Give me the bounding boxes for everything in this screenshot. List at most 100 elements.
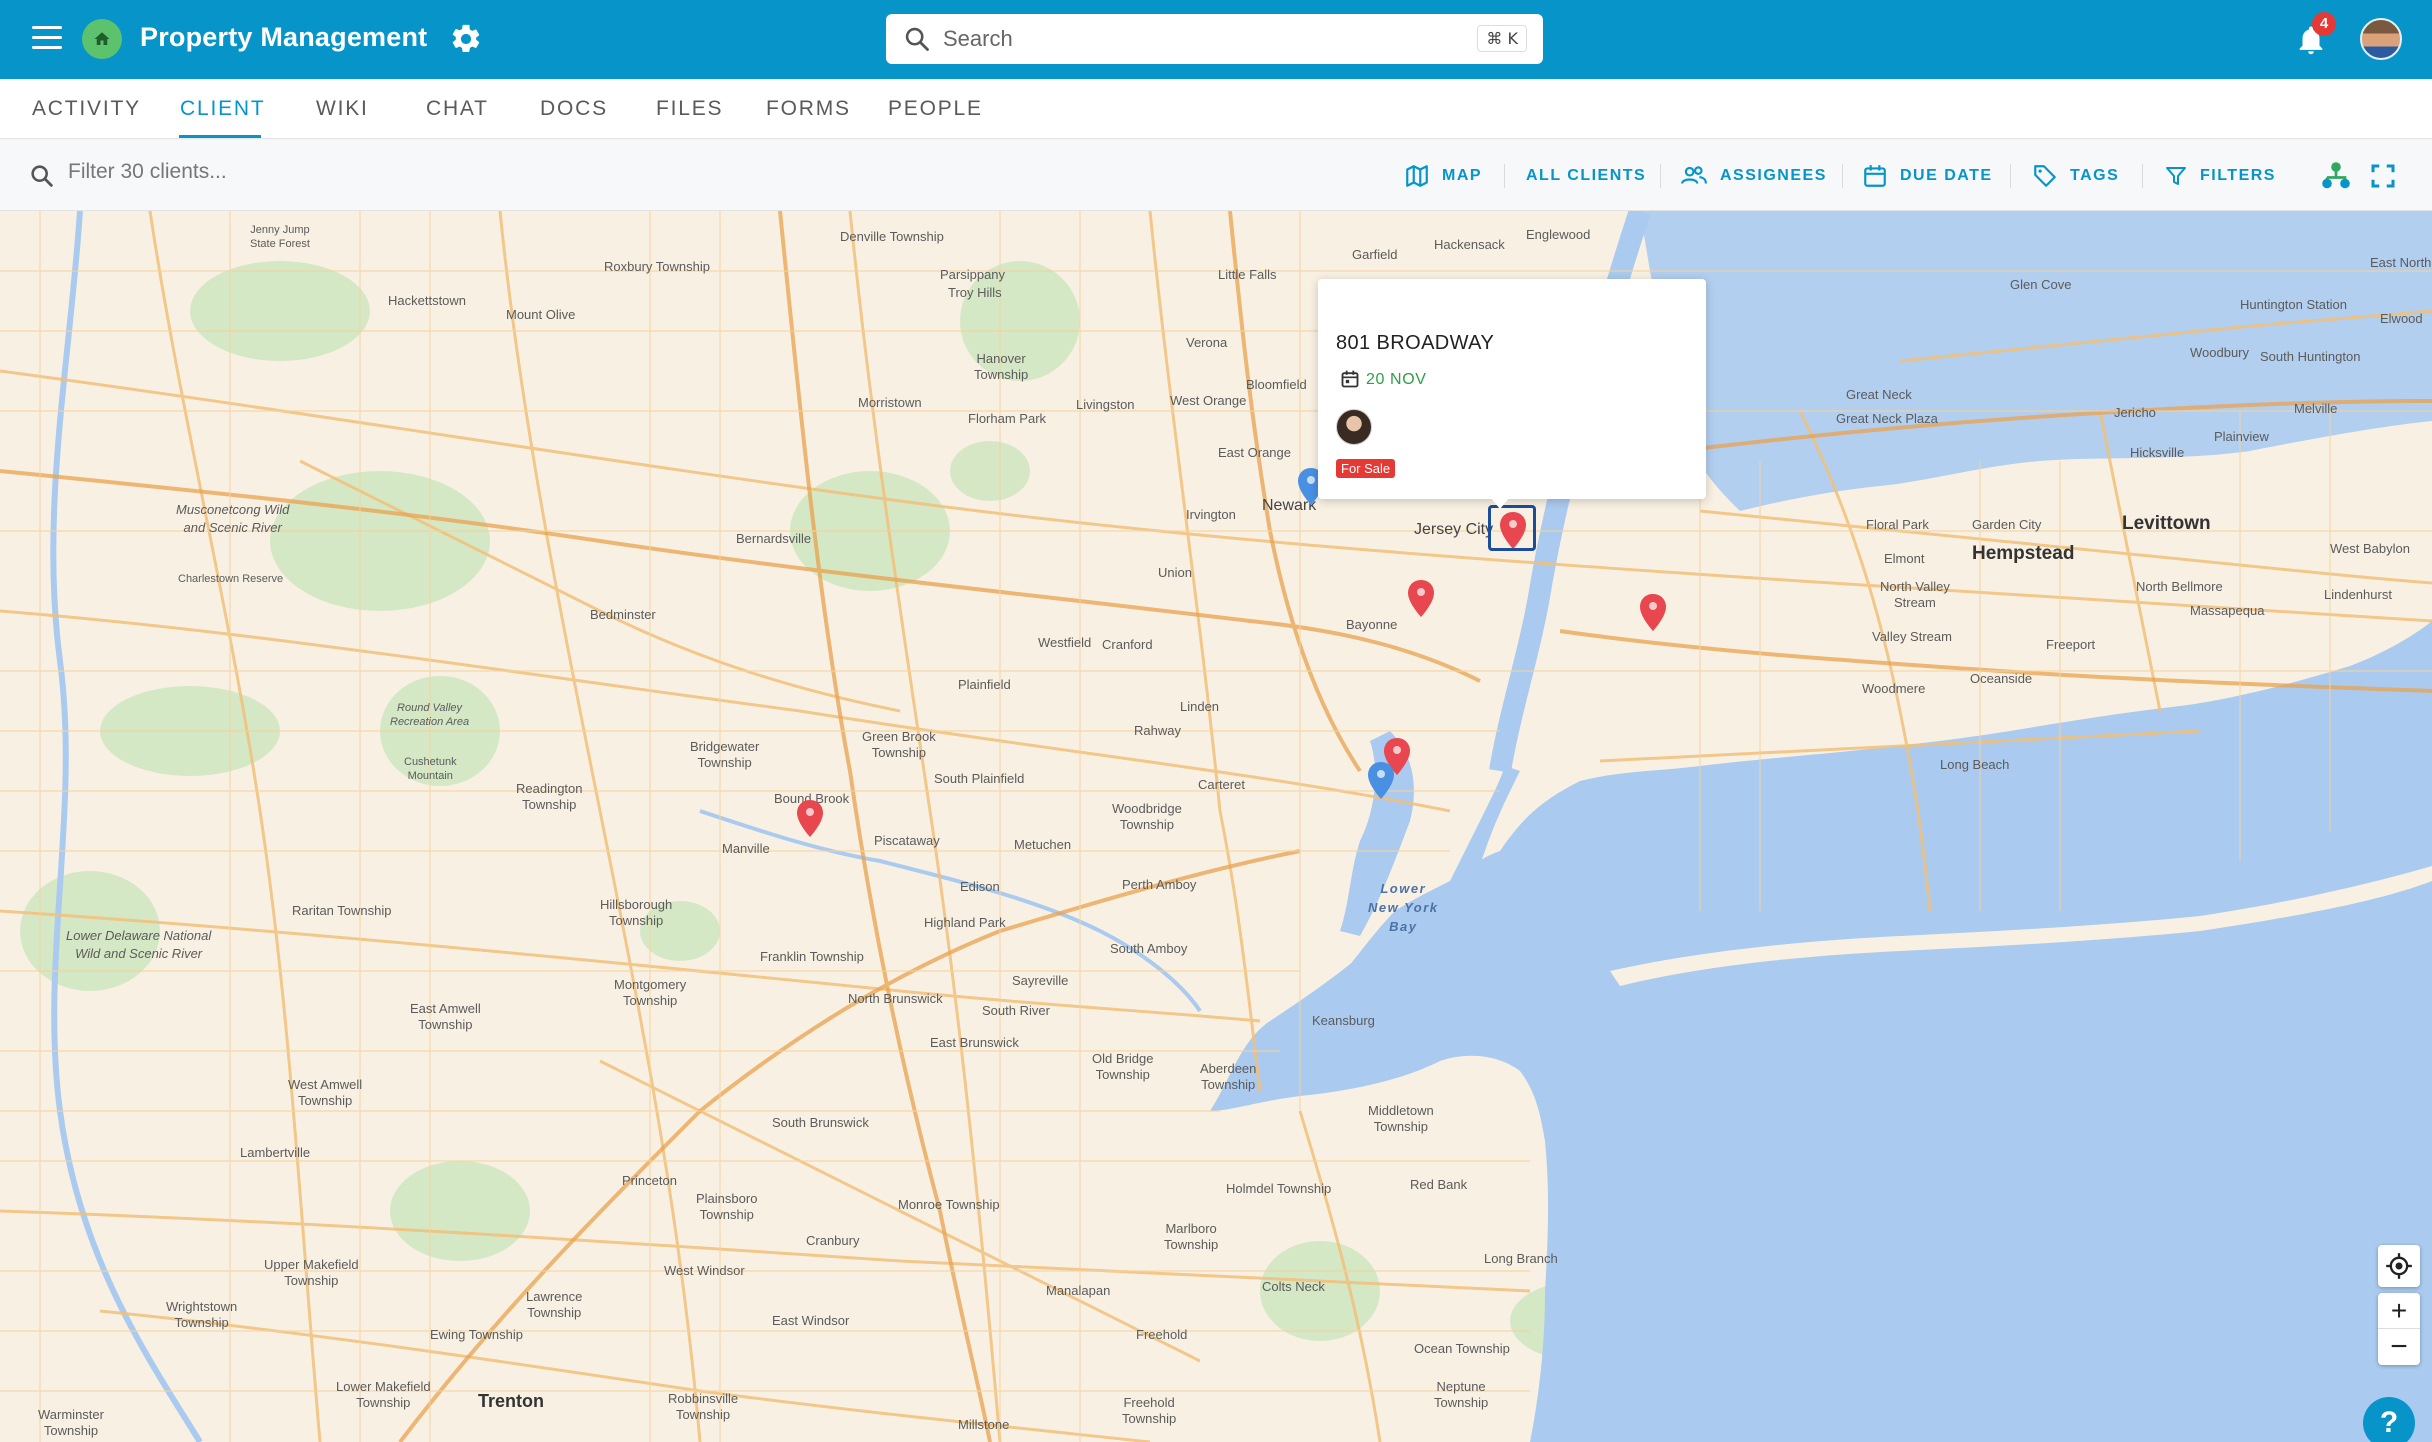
place-label: East Windsor	[772, 1313, 850, 1328]
tab-client[interactable]: CLIENT	[180, 97, 265, 121]
place-label: Raritan Township	[292, 903, 392, 918]
place-label: Cranbury	[806, 1233, 860, 1248]
global-search[interactable]: ⌘ K	[886, 14, 1543, 64]
place-label: Huntington Station	[2240, 297, 2347, 312]
place-label: Perth Amboy	[1122, 877, 1197, 892]
pin-bayonne[interactable]	[1406, 579, 1436, 619]
place-label: West Amwell Township	[288, 1077, 363, 1108]
place-label: Hackensack	[1434, 237, 1505, 252]
place-label: Plainsboro Township	[696, 1191, 758, 1222]
place-label: Franklin Township	[760, 949, 864, 964]
place-label: Cushetunk Mountain	[404, 756, 457, 782]
assignees-label: ASSIGNEES	[1720, 167, 1827, 184]
place-label: South Amboy	[1110, 941, 1188, 956]
calendar-icon	[1864, 165, 1886, 187]
tab-docs[interactable]: DOCS	[540, 97, 608, 121]
place-label: Sayreville	[1012, 973, 1069, 988]
zoom-in-button[interactable]: +	[2378, 1293, 2420, 1329]
fullscreen-icon[interactable]	[2368, 161, 2398, 191]
tags-button[interactable]: TAGS	[2032, 160, 2119, 192]
toolbar-divider	[1660, 164, 1661, 188]
place-label: Woodbury	[2190, 345, 2250, 360]
toolbar-divider	[2142, 164, 2143, 188]
place-label: Robbinsville Township	[668, 1391, 739, 1422]
place-label: Little Falls	[1218, 267, 1277, 282]
place-label: West Windsor	[664, 1263, 745, 1278]
place-label: Trenton	[478, 1391, 544, 1411]
tab-files[interactable]: FILES	[656, 97, 723, 121]
place-label: Charlestown Reserve	[178, 573, 284, 585]
tab-wiki[interactable]: WIKI	[316, 97, 369, 121]
place-label: Great Neck	[1846, 387, 1912, 402]
search-input[interactable]	[943, 26, 1443, 52]
place-label: Warminster Township	[38, 1407, 104, 1438]
place-label: Freehold Township	[1122, 1395, 1177, 1426]
tab-people[interactable]: PEOPLE	[888, 97, 983, 121]
pin-queens[interactable]	[1638, 593, 1668, 633]
pin-staten-island-blue[interactable]	[1366, 761, 1396, 801]
due-date-button[interactable]: DUE DATE	[1862, 160, 1993, 192]
home-icon[interactable]	[82, 19, 122, 59]
all-clients-button[interactable]: ALL CLIENTS	[1526, 160, 1646, 192]
place-label: Long Beach	[1940, 757, 2010, 772]
place-label: Denville Township	[840, 229, 944, 244]
gear-icon[interactable]	[449, 22, 483, 56]
place-label: Green Brook Township	[862, 729, 936, 760]
place-label: Princeton	[622, 1173, 677, 1188]
place-label: Lower Delaware National Wild and Scenic …	[66, 928, 212, 961]
place-label: Glen Cove	[2010, 277, 2072, 292]
tab-activity[interactable]: ACTIVITY	[32, 97, 141, 121]
property-popup[interactable]: 801 BROADWAY 20 NOV For Sale	[1318, 279, 1706, 499]
place-label: Jericho	[2114, 405, 2156, 420]
menu-icon[interactable]	[32, 26, 62, 52]
map-view-button[interactable]: MAP	[1404, 160, 1482, 192]
place-label: Elwood	[2380, 311, 2423, 326]
place-label: Lambertville	[240, 1145, 311, 1160]
place-label: Highland Park	[924, 915, 1006, 930]
locate-me-button[interactable]	[2378, 1245, 2420, 1287]
popup-pointer	[1490, 497, 1510, 509]
place-label: Marlboro Township	[1164, 1221, 1219, 1252]
user-avatar[interactable]	[2360, 18, 2402, 60]
assignee-avatar[interactable]	[1336, 409, 1372, 445]
hierarchy-icon[interactable]	[2318, 158, 2354, 194]
nav-tabs: ACTIVITY CLIENT WIKI CHAT DOCS FILES FOR…	[0, 79, 2432, 139]
place-label: South Plainfield	[934, 771, 1025, 786]
calendar-icon	[1341, 370, 1359, 388]
place-label: Bayonne	[1346, 617, 1398, 632]
status-tag: For Sale	[1336, 459, 1396, 478]
due-date-label: DUE DATE	[1900, 167, 1993, 184]
place-label: Floral Park	[1866, 517, 1929, 532]
place-label: Aberdeen Township	[1200, 1061, 1257, 1092]
place-label: Lower Makefield Township	[336, 1379, 431, 1410]
place-label: Parsippany	[940, 267, 1006, 282]
assignees-button[interactable]: ASSIGNEES	[1680, 160, 1827, 192]
zoom-out-button[interactable]: −	[2378, 1329, 2420, 1365]
tab-chat[interactable]: CHAT	[426, 97, 489, 121]
place-label: Middletown Township	[1368, 1103, 1434, 1134]
place-label: Bridgewater Township	[690, 739, 760, 770]
filters-button[interactable]: FILTERS	[2164, 160, 2276, 192]
help-button[interactable]: ?	[2363, 1397, 2415, 1442]
pin-bound-brook[interactable]	[795, 799, 825, 839]
filter-clients-input[interactable]	[68, 160, 568, 184]
place-label: Plainview	[2214, 429, 2269, 444]
client-toolbar: MAP ALL CLIENTS ASSIGNEES DUE DATE TAGS …	[0, 140, 2432, 211]
place-label: Freeport	[2046, 637, 2096, 652]
place-label: Wrightstown Township	[166, 1299, 238, 1330]
place-label: North Brunswick	[848, 991, 943, 1006]
all-clients-label: ALL CLIENTS	[1526, 167, 1647, 184]
place-label: Bernardsville	[736, 531, 812, 546]
filters-label: FILTERS	[2200, 167, 2276, 184]
place-label: Red Bank	[1410, 1177, 1468, 1192]
place-label: Musconetcong Wild and Scenic River	[176, 502, 290, 535]
place-label: Florham Park	[968, 411, 1047, 426]
place-label: Long Branch	[1484, 1251, 1558, 1266]
place-label: Englewood	[1526, 227, 1591, 242]
tab-forms[interactable]: FORMS	[766, 97, 851, 121]
client-map[interactable]: Jenny Jump State Forest Hackettstown Rox…	[0, 211, 2432, 1442]
place-label: Levittown	[2122, 513, 2211, 534]
place-label: Morristown	[858, 395, 922, 410]
toolbar-divider	[1842, 164, 1843, 188]
zoom-control: + −	[2378, 1293, 2420, 1365]
